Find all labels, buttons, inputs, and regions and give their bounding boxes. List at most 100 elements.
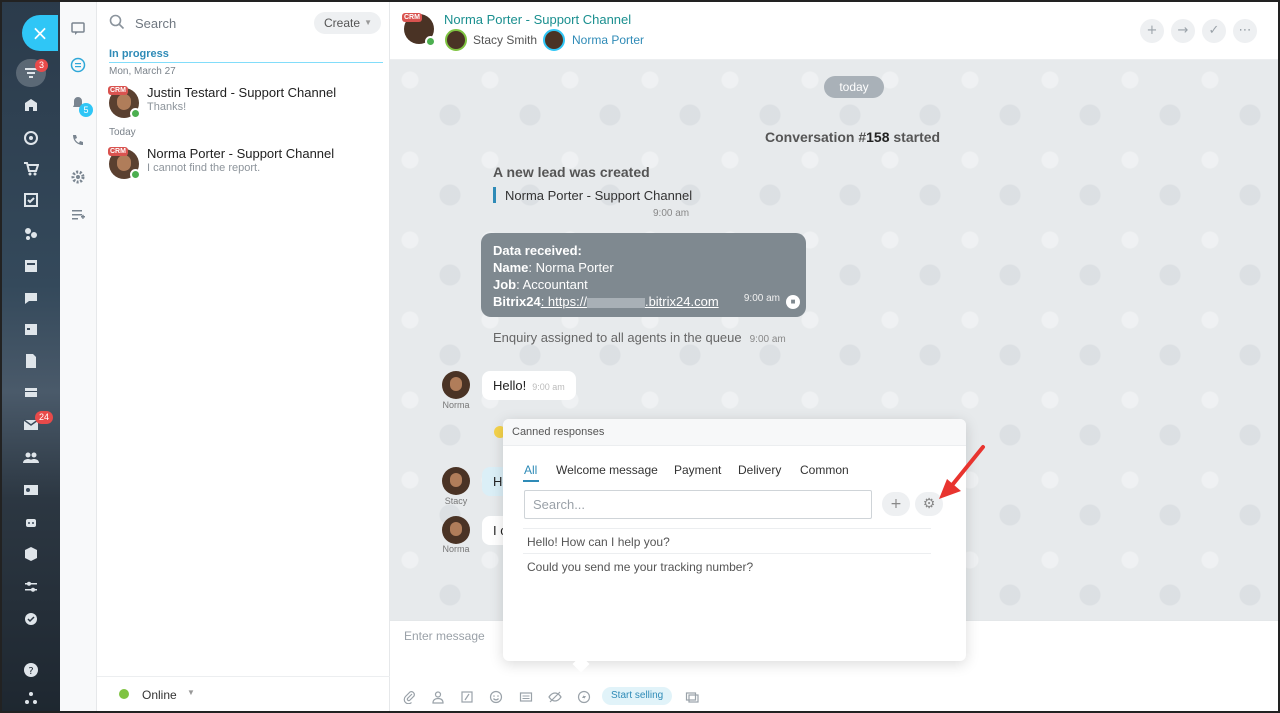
gear-icon[interactable]: [69, 168, 87, 186]
crm-tag: CRM: [402, 13, 422, 22]
message-time: 9:00 am: [749, 334, 786, 345]
tasks-icon[interactable]: [20, 189, 42, 211]
drive-icon[interactable]: [20, 381, 42, 403]
chat-item-name: Norma Porter - Support Channel: [147, 146, 335, 161]
tab-payment[interactable]: Payment: [674, 463, 721, 477]
chat-item-preview: I cannot find the report.: [147, 162, 261, 174]
red-arrow-annotation-icon: [939, 445, 985, 499]
lock-icon: ■: [786, 295, 800, 309]
graph-icon[interactable]: [20, 223, 42, 245]
crm-tag: CRM: [108, 86, 128, 95]
start-selling-button[interactable]: Start selling: [602, 687, 673, 705]
chat-item-justin[interactable]: CRM Justin Testard - Support Channel Tha…: [97, 85, 390, 125]
started-prefix: Conversation #: [765, 129, 867, 145]
calendar-icon[interactable]: [20, 318, 42, 340]
avatar[interactable]: [442, 371, 470, 399]
avatar[interactable]: [442, 516, 470, 544]
section-divider: [109, 62, 383, 63]
contact-card-icon[interactable]: [20, 479, 42, 501]
box-icon[interactable]: [20, 543, 42, 565]
crm-tag: CRM: [108, 147, 128, 156]
member-avatar[interactable]: [445, 29, 467, 51]
feed-badge: 3: [35, 59, 49, 72]
canned-response-item[interactable]: Could you send me your tracking number?: [527, 560, 753, 574]
divider: [523, 553, 931, 554]
page-icon[interactable]: [20, 255, 42, 277]
svg-text:?: ?: [28, 666, 33, 677]
users-icon[interactable]: [20, 446, 42, 468]
author-label: Norma: [442, 400, 470, 410]
user-icon[interactable]: [430, 689, 446, 705]
lightning-icon[interactable]: [576, 689, 592, 705]
online-status-icon: [425, 36, 436, 47]
message-bubble: Hello! 9:00 am: [482, 371, 576, 400]
member-avatar[interactable]: [543, 29, 565, 51]
canned-response-item[interactable]: Hello! How can I help you?: [527, 535, 670, 549]
online-status-icon: [130, 108, 141, 119]
status-selector[interactable]: Online ▼: [97, 676, 390, 713]
conversation-title[interactable]: Norma Porter - Support Channel: [444, 12, 631, 27]
notifications-badge: 5: [79, 103, 93, 117]
smile-icon[interactable]: [488, 689, 504, 705]
keyboard-icon[interactable]: [518, 689, 534, 705]
paperclip-icon[interactable]: [402, 689, 418, 705]
chat-item-preview: Thanks!: [147, 101, 187, 113]
chat-search-input[interactable]: Search: [135, 16, 176, 31]
lead-link[interactable]: Norma Porter - Support Channel: [505, 188, 692, 203]
site-url[interactable]: : https:// .bitrix24.com: [541, 294, 719, 309]
started-suffix: started: [889, 129, 941, 145]
close-icon[interactable]: ×: [22, 15, 58, 51]
add-response-button[interactable]: +: [882, 492, 910, 516]
avatar[interactable]: [442, 467, 470, 495]
add-button[interactable]: +: [1140, 19, 1164, 43]
site-suffix: .bitrix24.com: [644, 294, 719, 309]
more-button[interactable]: ⋯: [1233, 19, 1257, 43]
date-divider: today: [824, 76, 884, 98]
conversation-number: 158: [866, 129, 890, 145]
chat-icon[interactable]: [20, 287, 42, 309]
company-icon[interactable]: [20, 94, 42, 116]
chat-list-panel: Search Create ▼ In progress Mon, March 2…: [97, 0, 390, 713]
search-icon: [109, 14, 125, 30]
member-name[interactable]: Stacy Smith: [473, 33, 537, 47]
tab-all[interactable]: All: [524, 463, 537, 477]
list-add-icon[interactable]: [69, 206, 87, 224]
check-circle-icon[interactable]: [20, 608, 42, 630]
tab-welcome-message[interactable]: Welcome message: [556, 463, 658, 477]
robot-icon[interactable]: [20, 511, 42, 533]
close-dialog-button[interactable]: ✓: [1202, 19, 1226, 43]
active-tab-indicator: [523, 480, 539, 482]
enquiry-text: Enquiry assigned to all agents in the qu…: [493, 330, 742, 345]
open-lines-icon[interactable]: [69, 56, 87, 74]
forward-button[interactable]: →: [1171, 19, 1195, 43]
screen-icon[interactable]: [684, 689, 700, 705]
left-navigation-bar: × 3 24 ?: [0, 0, 60, 713]
canned-search-input[interactable]: Search...: [524, 490, 872, 519]
phone-icon[interactable]: [69, 132, 87, 150]
chevron-down-icon: ▼: [364, 18, 372, 27]
target-icon[interactable]: [20, 127, 42, 149]
author-label: Stacy: [444, 496, 468, 506]
message-input[interactable]: Enter message: [404, 629, 485, 643]
chat-bubble-icon[interactable]: [69, 20, 87, 38]
member-name[interactable]: Norma Porter: [572, 33, 644, 47]
form-icon[interactable]: [459, 689, 475, 705]
help-icon[interactable]: ?: [20, 659, 42, 681]
message-time: 9:00 am: [532, 382, 565, 392]
job-value: : Accountant: [516, 277, 588, 292]
cart-icon[interactable]: [20, 158, 42, 180]
document-icon[interactable]: [20, 350, 42, 372]
date-header: Mon, March 27: [109, 66, 176, 77]
tab-common[interactable]: Common: [800, 463, 849, 477]
chat-item-norma[interactable]: CRM Norma Porter - Support Channel I can…: [97, 146, 390, 186]
enquiry-system-message: Enquiry assigned to all agents in the qu…: [493, 330, 786, 345]
site-prefix: : https://: [540, 294, 587, 309]
org-icon[interactable]: [20, 687, 42, 709]
popup-header: Canned responses: [503, 419, 966, 446]
settings-sliders-icon[interactable]: [20, 576, 42, 598]
canned-responses-popup: Canned responses All Welcome message Pay…: [503, 419, 966, 673]
status-label: Online: [142, 688, 177, 702]
create-button[interactable]: Create ▼: [314, 12, 381, 34]
tab-delivery[interactable]: Delivery: [738, 463, 781, 477]
eye-off-icon[interactable]: [547, 689, 563, 705]
